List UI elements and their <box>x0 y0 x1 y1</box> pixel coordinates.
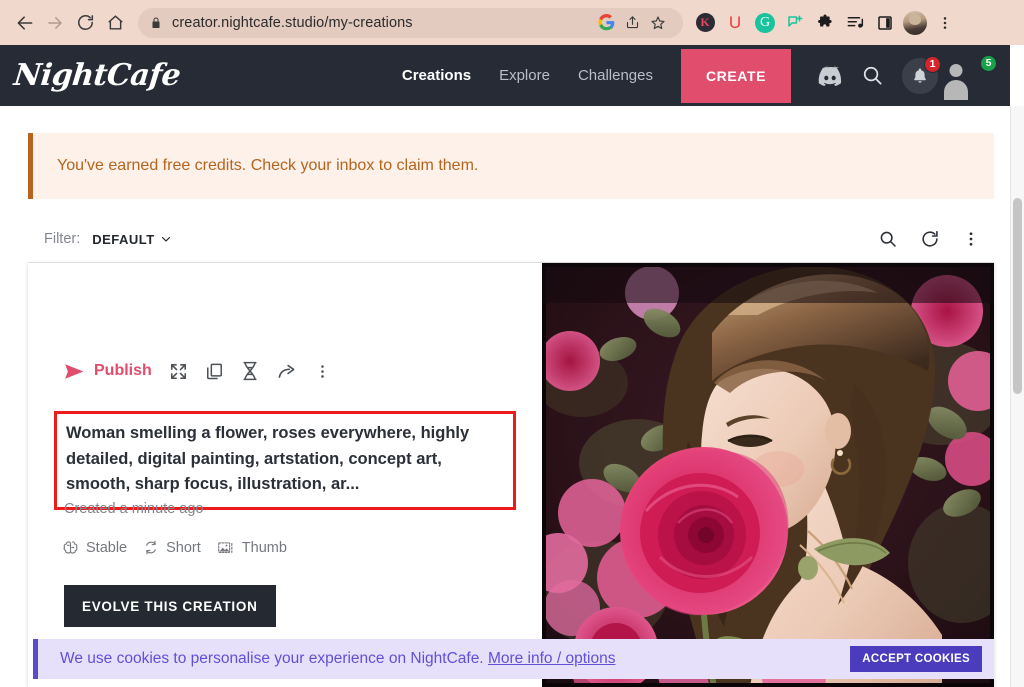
fullscreen-icon[interactable] <box>169 362 188 381</box>
thumbnail-icon <box>217 541 233 553</box>
brain-icon <box>63 541 78 554</box>
refresh-cycle-icon <box>146 540 157 555</box>
creation-tags: Stable Short Thumb <box>62 539 287 556</box>
search-icon[interactable] <box>861 64 884 87</box>
discord-icon[interactable] <box>817 65 843 86</box>
dna-evolve-icon[interactable] <box>241 361 259 381</box>
kami-extension-letter: K <box>695 13 715 32</box>
url-text: creator.nightcafe.studio/my-creations <box>172 14 413 31</box>
browser-menu-icon[interactable] <box>931 8 959 38</box>
filter-toolbar: Filter: DEFAULT <box>0 218 1010 260</box>
google-lens-icon[interactable] <box>593 10 619 36</box>
cookie-consent-banner: We use cookies to personalise your exper… <box>33 639 994 679</box>
lock-icon <box>150 16 162 30</box>
publish-button[interactable]: Publish <box>64 362 152 380</box>
nav-item-explore[interactable]: Explore <box>499 67 550 84</box>
credits-badge: 5 <box>980 54 997 72</box>
creation-artwork-container[interactable] <box>542 263 994 687</box>
accept-cookies-button[interactable]: ACCEPT COOKIES <box>850 646 982 672</box>
bookmark-star-icon[interactable] <box>645 10 671 36</box>
tag-stable-label: Stable <box>86 539 128 556</box>
u-extension-icon[interactable]: U <box>721 8 749 38</box>
extensions-tray: K U G <box>691 8 959 38</box>
profile-avatar-icon[interactable] <box>901 8 929 38</box>
publish-label: Publish <box>94 362 152 379</box>
more-vertical-icon[interactable] <box>962 230 980 248</box>
created-timestamp: Created a minute ago <box>64 501 204 517</box>
creation-details: Publish Woman smelling a flower, roses e… <box>28 263 542 687</box>
chevron-down-icon <box>161 236 170 242</box>
puzzle-extensions-icon[interactable] <box>811 8 839 38</box>
search-icon[interactable] <box>878 229 898 249</box>
filter-dropdown-value: DEFAULT <box>92 231 155 247</box>
send-icon <box>65 363 84 379</box>
back-arrow-icon[interactable] <box>10 8 40 38</box>
duplicate-icon[interactable] <box>205 362 224 381</box>
filter-label: Filter: <box>44 231 81 247</box>
playlist-extension-icon[interactable] <box>841 8 869 38</box>
cookie-more-info-link[interactable]: More info / options <box>488 650 616 667</box>
filter-dropdown[interactable]: DEFAULT <box>92 232 171 247</box>
note-extension-icon[interactable] <box>781 8 809 38</box>
notifications-button[interactable]: 1 <box>902 55 941 94</box>
filter-action-group <box>878 229 980 249</box>
main-nav: Creations Explore Challenges <box>402 67 653 84</box>
profile-avatar-image <box>903 10 927 35</box>
grammarly-extension-icon[interactable]: G <box>751 8 779 38</box>
share-icon[interactable] <box>276 362 297 381</box>
page-content: You've earned free credits. Check your i… <box>0 106 1010 687</box>
creation-actions: Publish <box>64 361 331 381</box>
artwork-illustration <box>542 263 994 687</box>
evolve-this-creation-button[interactable]: EVOLVE THIS CREATION <box>64 585 276 627</box>
creation-card: Publish Woman smelling a flower, roses e… <box>28 263 994 687</box>
user-avatar-button[interactable]: 5 <box>956 54 997 95</box>
creation-artwork[interactable] <box>542 263 994 687</box>
home-icon[interactable] <box>100 8 130 38</box>
tag-short[interactable]: Short <box>143 539 201 556</box>
prompt-text: Woman smelling a flower, roses everywher… <box>66 424 470 493</box>
share-icon[interactable] <box>619 10 645 36</box>
address-bar[interactable]: creator.nightcafe.studio/my-creations <box>138 7 683 38</box>
free-credits-text: You've earned free credits. Check your i… <box>57 157 479 174</box>
cookie-message: We use cookies to personalise your exper… <box>60 650 484 667</box>
scrollbar-thumb[interactable] <box>1013 198 1022 394</box>
notification-badge: 1 <box>924 55 941 73</box>
sidepanel-icon[interactable] <box>871 8 899 38</box>
kami-extension-icon[interactable]: K <box>691 8 719 38</box>
tag-thumb-label: Thumb <box>241 539 287 556</box>
nightcafe-logo[interactable]: NightCafe <box>12 58 182 93</box>
page-scrollbar[interactable] <box>1010 106 1024 687</box>
create-button[interactable]: CREATE <box>681 48 791 103</box>
tag-thumb[interactable]: Thumb <box>217 540 287 556</box>
cookie-text: We use cookies to personalise your exper… <box>60 650 615 668</box>
site-header: NightCafe Creations Explore Challenges C… <box>0 45 1010 106</box>
prompt-highlight-box[interactable]: Woman smelling a flower, roses everywher… <box>54 411 516 510</box>
browser-toolbar: creator.nightcafe.studio/my-creations K … <box>0 0 1024 45</box>
more-vertical-icon[interactable] <box>314 363 331 380</box>
forward-arrow-icon[interactable] <box>40 8 70 38</box>
nav-item-creations[interactable]: Creations <box>402 67 471 84</box>
tag-short-label: Short <box>166 539 201 556</box>
grammarly-extension-letter: G <box>755 12 775 33</box>
nav-item-challenges[interactable]: Challenges <box>578 67 653 84</box>
refresh-icon[interactable] <box>920 229 940 249</box>
header-icon-group: 1 5 <box>817 54 997 95</box>
reload-icon[interactable] <box>70 8 100 38</box>
tag-stable[interactable]: Stable <box>62 539 127 556</box>
free-credits-banner[interactable]: You've earned free credits. Check your i… <box>28 133 994 199</box>
